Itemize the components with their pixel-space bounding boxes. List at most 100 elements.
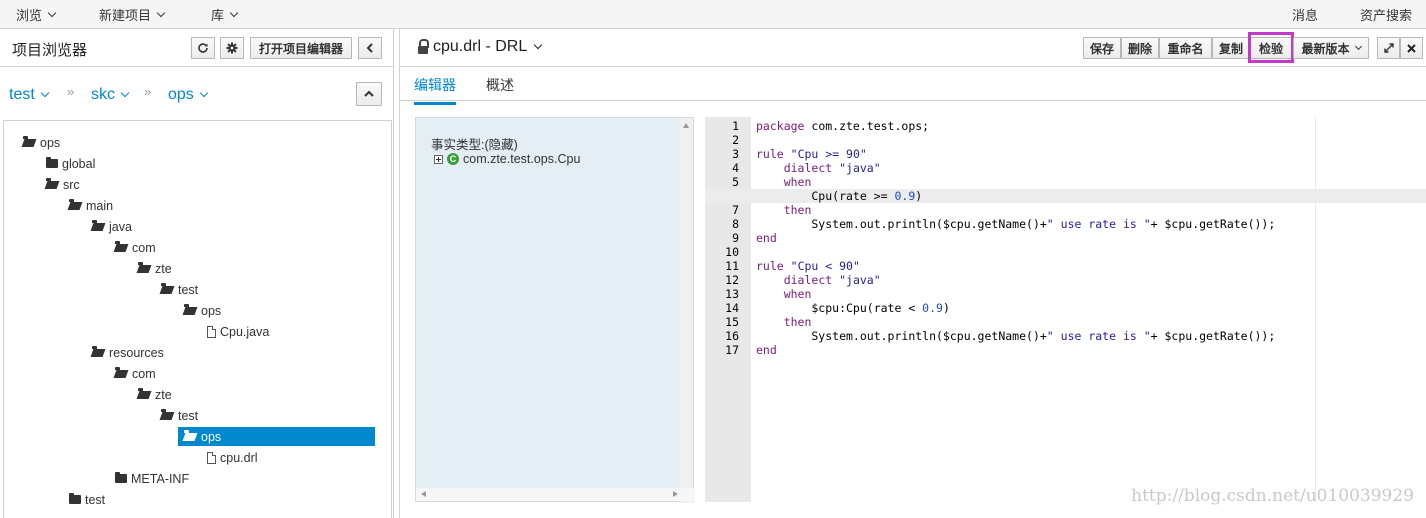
tree-folder[interactable]: resources xyxy=(92,343,164,362)
line-number: 4 xyxy=(732,161,739,175)
code-line[interactable]: then xyxy=(756,203,812,217)
tree-folder[interactable]: src xyxy=(46,175,80,194)
tree-node-label: com xyxy=(132,240,156,255)
breadcrumb-item[interactable]: ops xyxy=(168,86,209,104)
tree-folder[interactable]: main xyxy=(69,196,113,215)
code-line[interactable]: Cpu(rate >= 0.9) xyxy=(756,189,922,203)
tree-folder[interactable]: java xyxy=(92,217,132,236)
code-line[interactable]: rule "Cpu < 90" xyxy=(756,259,860,273)
collapse-up-button[interactable] xyxy=(356,82,382,106)
expand-plus-icon[interactable] xyxy=(434,154,443,164)
close-icon xyxy=(1407,43,1416,53)
code-line[interactable]: then xyxy=(756,315,812,329)
tree-node-label: test xyxy=(85,492,106,507)
code-line[interactable]: dialect "java" xyxy=(756,161,881,175)
folder-open-icon xyxy=(161,283,174,294)
code-line[interactable]: System.out.println($cpu.getName()+" use … xyxy=(756,217,1275,231)
code-line[interactable]: package com.zte.test.ops; xyxy=(756,119,929,133)
breadcrumb-item[interactable]: skc xyxy=(91,86,130,104)
code-editor[interactable]: 1234567891011121314151617 package com.zt… xyxy=(705,117,1426,502)
chevron-down-icon xyxy=(199,88,209,98)
code-line[interactable]: end xyxy=(756,231,777,245)
validate-highlight-box xyxy=(1248,32,1294,63)
project-tree: ops global src main java com zte test ops Cpu.jav… xyxy=(3,120,392,518)
scroll-left-icon[interactable] xyxy=(421,491,426,497)
tree-folder[interactable]: ops xyxy=(23,133,60,152)
tab-overview[interactable]: 概述 xyxy=(486,75,514,102)
tree-folder[interactable]: zte xyxy=(138,385,172,404)
tree-folder[interactable]: ops xyxy=(178,427,375,446)
folder-open-icon xyxy=(69,199,82,210)
code-line[interactable]: end xyxy=(756,343,777,357)
tree-node-label: ops xyxy=(40,135,61,150)
line-number: 3 xyxy=(732,147,739,161)
nav-new-item[interactable]: 新建项目 xyxy=(99,5,166,24)
code-line[interactable]: System.out.println($cpu.getName()+" use … xyxy=(756,329,1275,343)
editor-tabs: 编辑器 概述 xyxy=(400,67,1426,105)
close-button[interactable] xyxy=(1400,37,1423,59)
chevron-down-icon xyxy=(534,40,543,50)
tree-folder[interactable]: test xyxy=(69,490,105,509)
folder-open-icon xyxy=(161,409,174,420)
tree-folder[interactable]: META-INF xyxy=(115,469,189,488)
top-navbar: 浏览 新建项目 库 消息 资产搜索 xyxy=(0,0,1426,29)
tree-folder[interactable]: test xyxy=(161,406,198,425)
vertical-scrollbar[interactable] xyxy=(680,118,693,503)
project-explorer-panel: 项目浏览器 打开项目编辑器 test » skc » ops ops global… xyxy=(0,29,394,518)
line-number: 8 xyxy=(732,217,739,231)
nav-library-label: 库 xyxy=(211,8,225,23)
folder-open-icon xyxy=(184,430,197,441)
tree-folder[interactable]: com xyxy=(115,364,156,383)
tree-node-label: zte xyxy=(155,261,172,276)
nav-asset-search[interactable]: 资产搜索 xyxy=(1360,5,1412,24)
tab-editor[interactable]: 编辑器 xyxy=(414,75,456,105)
fact-type-item[interactable]: C com.zte.test.ops.Cpu xyxy=(434,152,580,166)
file-icon xyxy=(207,325,216,338)
refresh-button[interactable] xyxy=(191,37,215,59)
breadcrumb-label: ops xyxy=(168,86,194,103)
delete-button[interactable]: 删除 xyxy=(1121,37,1159,59)
rename-button[interactable]: 重命名 xyxy=(1159,37,1212,59)
collapse-panel-button[interactable] xyxy=(358,37,382,59)
code-line[interactable]: dialect "java" xyxy=(756,273,881,287)
tree-file[interactable]: Cpu.java xyxy=(207,322,269,341)
tree-folder[interactable]: global xyxy=(46,154,95,173)
scroll-right-icon[interactable] xyxy=(673,491,678,497)
open-project-editor-button[interactable]: 打开项目编辑器 xyxy=(250,37,352,59)
folder-icon xyxy=(46,157,58,168)
fact-types-panel: 事实类型:(隐藏) C com.zte.test.ops.Cpu xyxy=(415,117,695,503)
tree-folder[interactable]: com xyxy=(115,238,156,257)
chevron-down-icon xyxy=(120,88,130,98)
nav-browse[interactable]: 浏览 xyxy=(16,5,57,24)
folder-open-icon xyxy=(92,346,105,357)
tree-file[interactable]: cpu.drl xyxy=(207,448,258,467)
tree-folder[interactable]: ops xyxy=(184,301,221,320)
code-line[interactable]: $cpu:Cpu(rate < 0.9) xyxy=(756,301,950,315)
code-line[interactable]: rule "Cpu >= 90" xyxy=(756,147,867,161)
code-line[interactable]: when xyxy=(756,175,812,189)
maximize-button[interactable] xyxy=(1377,37,1400,59)
line-number: 17 xyxy=(725,343,739,357)
folder-open-icon xyxy=(138,388,151,399)
horizontal-scrollbar[interactable] xyxy=(416,488,695,501)
tree-folder[interactable]: test xyxy=(161,280,198,299)
tree-folder[interactable]: zte xyxy=(138,259,172,278)
breadcrumb-separator: » xyxy=(144,84,152,99)
code-line[interactable]: when xyxy=(756,287,812,301)
refresh-icon xyxy=(198,43,208,53)
class-icon: C xyxy=(447,153,459,165)
document-title[interactable]: cpu.drl - DRL xyxy=(418,38,543,56)
nav-messages[interactable]: 消息 xyxy=(1292,5,1318,24)
line-number: 11 xyxy=(725,259,739,273)
nav-library[interactable]: 库 xyxy=(211,5,239,24)
latest-version-dropdown[interactable]: 最新版本 xyxy=(1293,37,1369,59)
breadcrumb-item[interactable]: test xyxy=(9,86,50,104)
save-button[interactable]: 保存 xyxy=(1083,37,1121,59)
nav-browse-label: 浏览 xyxy=(16,8,43,23)
copy-button[interactable]: 复制 xyxy=(1212,37,1250,59)
settings-button[interactable] xyxy=(220,37,244,59)
scroll-up-icon[interactable] xyxy=(683,123,689,128)
print-margin xyxy=(1315,117,1316,502)
chevron-down-icon xyxy=(40,88,50,98)
tree-node-label: java xyxy=(109,219,132,234)
